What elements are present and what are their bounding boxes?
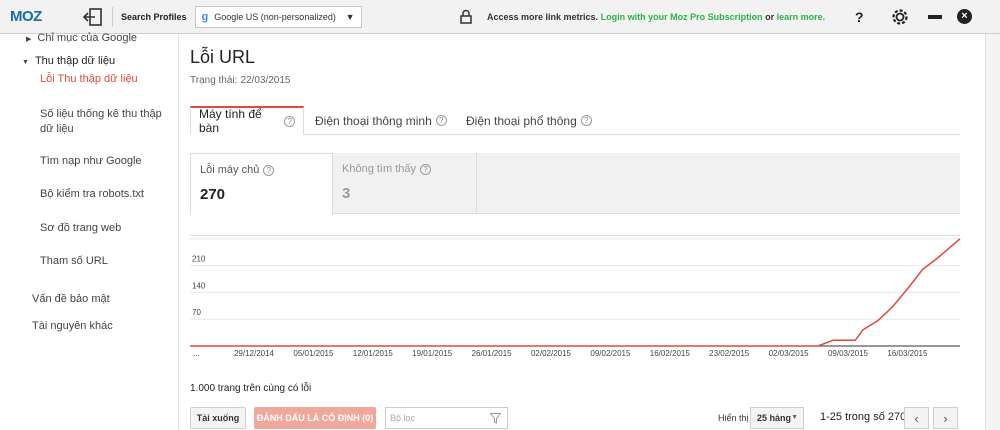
metrics-text: Access more link metrics. <box>487 12 599 22</box>
help-icon[interactable]: ? <box>420 164 431 175</box>
prev-page-button[interactable]: ‹ <box>904 407 929 429</box>
x-tick-label: 12/01/2015 <box>353 349 394 358</box>
profile-select[interactable]: g Google US (non-personalized) ▼ <box>194 5 362 28</box>
y-tick-label: 140 <box>192 281 206 290</box>
x-tick-label: 23/02/2015 <box>709 349 750 358</box>
card-server-error[interactable]: Lỗi máy chủ? 270 <box>190 153 333 215</box>
device-tabs: Máy tính để bàn? Điện thoại thông minh? … <box>190 106 960 135</box>
status-line: Trạng thái: 22/03/2015 <box>190 75 291 86</box>
sidebar-item-crawl-stats[interactable]: Số liệu thống kê thu thập dữ liệu <box>40 107 170 137</box>
y-tick-label: 70 <box>192 308 201 317</box>
sidebar-item-other-resources[interactable]: Tài nguyên khác <box>32 319 113 334</box>
google-icon: g <box>201 10 209 23</box>
learn-more-link[interactable]: learn more. <box>777 12 826 22</box>
next-page-button[interactable]: › <box>933 407 958 429</box>
summary-text: 1.000 trang trên cùng có lỗi <box>190 383 312 394</box>
mark-fixed-button[interactable]: ĐÁNH DẤU LÀ CỐ ĐỊNH (0) <box>254 407 376 429</box>
sidebar: ▶ Chỉ mục của Google ▼ Thu thập dữ liệu Lỗ… <box>0 31 178 430</box>
card-not-found[interactable]: Không tìm thấy? 3 <box>333 153 476 214</box>
sidebar-item-google-index[interactable]: ▶ Chỉ mục của Google <box>26 31 137 47</box>
sidebar-item-robots-tester[interactable]: Bộ kiểm tra robots.txt <box>40 187 144 202</box>
y-tick-label: 210 <box>192 255 206 264</box>
help-icon[interactable]: ? <box>435 115 447 126</box>
card-label: Không tìm thấy? <box>342 163 467 175</box>
lock-icon <box>460 9 472 27</box>
x-tick-label: 02/02/2015 <box>531 349 572 358</box>
moz-logo[interactable]: MOZ <box>10 8 62 25</box>
card-value: 3 <box>342 185 351 202</box>
profile-select-value: Google US (non-personalized) <box>214 11 336 22</box>
moz-toolbar: MOZ Search Profiles g Google US (non-per… <box>0 0 1000 34</box>
show-label: Hiển thị <box>718 413 749 423</box>
x-tick-label: 09/03/2015 <box>828 349 869 358</box>
metrics-notice: Access more link metrics. Login with you… <box>487 12 825 22</box>
x-tick-label: 05/01/2015 <box>293 349 334 358</box>
help-icon[interactable]: ? <box>263 165 275 176</box>
sidebar-divider <box>178 34 179 430</box>
card-value: 270 <box>200 186 226 203</box>
download-button[interactable]: Tải xuống <box>190 407 246 429</box>
help-icon[interactable]: ? <box>855 9 864 25</box>
y-tick-label: 280 <box>192 235 206 237</box>
gear-icon[interactable] <box>890 7 910 30</box>
close-icon[interactable]: × <box>957 9 972 24</box>
status-label: Trạng thái: <box>190 75 238 86</box>
sidebar-item-crawl-errors[interactable]: Lỗi Thu thập dữ liệu <box>40 72 138 87</box>
x-tick-label: 02/03/2015 <box>769 349 810 358</box>
search-profiles-label: Search Profiles <box>121 11 187 22</box>
errors-line-chart: 70 140 210 280... 29/12/2014 05/01/2015 12/01/… <box>190 235 961 358</box>
sidebar-item-fetch-as-google[interactable]: Tìm nạp như Google <box>40 154 142 169</box>
scrollbar[interactable] <box>985 34 1000 430</box>
tab-feature-phone[interactable]: Điện thoại phổ thông? <box>458 106 600 135</box>
sidebar-item-sitemaps[interactable]: Sơ đồ trang web <box>40 221 121 236</box>
x-tick-label: ... <box>193 349 200 358</box>
chevron-down-icon: ▼ <box>791 414 798 421</box>
metrics-or: or <box>762 12 777 22</box>
x-tick-label: 29/12/2014 <box>234 349 275 358</box>
x-tick-label: 16/03/2015 <box>887 349 928 358</box>
caret-right-icon: ▶ <box>26 36 32 43</box>
sidebar-item-security-issues[interactable]: Vấn đề bảo mật <box>32 292 110 307</box>
tab-smartphone[interactable]: Điện thoại thông minh? <box>307 106 455 135</box>
rows-per-page-select[interactable]: 25 hàng ▼ <box>750 407 804 429</box>
filter-placeholder: Bộ lọc <box>390 413 416 423</box>
status-date: 22/03/2015 <box>240 75 291 86</box>
table-controls: Tải xuống ĐÁNH DẤU LÀ CỐ ĐỊNH (0) Bộ lọc… <box>0 405 1000 430</box>
error-category-cards: Lỗi máy chủ? 270 Không tìm thấy? 3 <box>190 153 960 215</box>
help-icon[interactable]: ? <box>284 115 295 127</box>
sidebar-item-url-parameters[interactable]: Tham số URL <box>40 254 108 269</box>
card-divider <box>476 153 477 214</box>
page-title: Lỗi URL <box>190 47 256 67</box>
pagination-range: 1-25 trong số 270 <box>820 411 907 423</box>
sidebar-section-crawl[interactable]: ▼ Thu thập dữ liệu <box>22 54 115 70</box>
filter-input[interactable]: Bộ lọc <box>385 407 508 429</box>
card-label: Lỗi máy chủ? <box>200 164 323 176</box>
x-tick-label: 19/01/2015 <box>412 349 453 358</box>
tab-desktop[interactable]: Máy tính để bàn? <box>190 106 304 135</box>
caret-down-icon: ▼ <box>22 59 29 66</box>
chevron-down-icon: ▼ <box>345 11 355 22</box>
exit-icon[interactable] <box>82 6 104 28</box>
x-tick-label: 09/02/2015 <box>590 349 631 358</box>
login-link[interactable]: Login with your Moz Pro Subscription <box>601 12 763 22</box>
x-tick-label: 16/02/2015 <box>650 349 691 358</box>
x-tick-label: 26/01/2015 <box>472 349 513 358</box>
toolbar-separator <box>112 6 113 27</box>
minimize-icon[interactable] <box>928 15 942 19</box>
help-icon[interactable]: ? <box>580 115 592 126</box>
filter-icon <box>489 413 502 426</box>
